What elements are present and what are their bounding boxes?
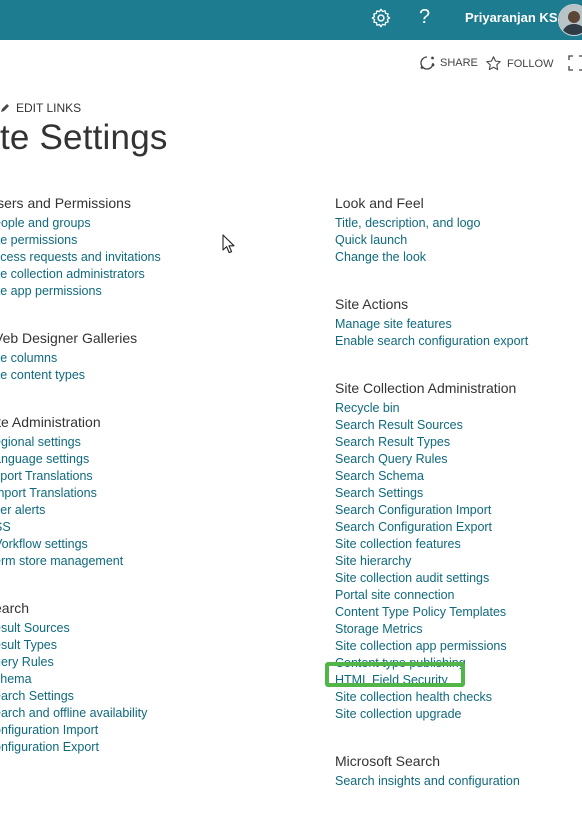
settings-link[interactable]: Site hierarchy	[335, 553, 580, 570]
suite-bar: ? Priyaranjan KS	[0, 0, 582, 40]
star-icon	[486, 56, 501, 71]
page-title: ite Settings	[0, 118, 168, 157]
settings-link[interactable]: ite collection administrators	[0, 266, 314, 283]
group-heading: Site Actions	[335, 296, 409, 312]
left-settings-group: Veb Designer Galleries ite columns ite con…	[0, 330, 314, 384]
focus-mode-button[interactable]	[568, 55, 582, 71]
settings-link[interactable]: Search Result Sources	[335, 417, 580, 434]
edit-links-button[interactable]: EDIT LINKS	[0, 101, 81, 115]
group-heading: lsers and Permissions	[0, 195, 131, 211]
settings-link[interactable]: HTML Field Security	[335, 672, 580, 689]
left-settings-group: lsers and Permissions eople and groups ite…	[0, 195, 314, 300]
right-settings-group: Site Actions Manage site features Enable s…	[335, 296, 580, 350]
settings-link[interactable]: onfiguration Export	[0, 739, 314, 756]
settings-link[interactable]: erm store management	[0, 553, 314, 570]
settings-link[interactable]: xport Translations	[0, 468, 314, 485]
settings-link[interactable]: ite app permissions	[0, 283, 314, 300]
group-heading: Veb Designer Galleries	[0, 330, 138, 346]
settings-link[interactable]: Vorkflow settings	[0, 536, 314, 553]
share-icon	[420, 56, 435, 70]
settings-link[interactable]: earch Settings	[0, 688, 314, 705]
settings-link[interactable]: egional settings	[0, 434, 314, 451]
settings-link[interactable]: Search Settings	[335, 485, 580, 502]
settings-link[interactable]: ser alerts	[0, 502, 314, 519]
gear-icon[interactable]	[370, 7, 392, 29]
follow-button[interactable]: FOLLOW	[485, 55, 553, 72]
left-settings-group: ite Administration egional settings anguag…	[0, 414, 314, 570]
settings-link[interactable]: Manage site features	[335, 316, 580, 333]
settings-link[interactable]: Search Query Rules	[335, 451, 580, 468]
settings-link[interactable]: Change the look	[335, 249, 580, 266]
settings-link[interactable]: ite columns	[0, 350, 314, 367]
group-heading: Microsoft Search	[335, 753, 441, 769]
edit-links-label: EDIT LINKS	[16, 101, 82, 115]
settings-link[interactable]: Site collection health checks	[335, 689, 580, 706]
share-button[interactable]: SHARE	[419, 55, 478, 71]
settings-link[interactable]: Search insights and configuration	[335, 773, 580, 790]
settings-link[interactable]: onfiguration Import	[0, 722, 314, 739]
settings-link[interactable]: Site collection upgrade	[335, 706, 580, 723]
group-heading: earch	[0, 600, 30, 616]
avatar[interactable]	[558, 4, 582, 36]
follow-label: FOLLOW	[507, 57, 554, 70]
settings-link[interactable]: anguage settings	[0, 451, 314, 468]
settings-link[interactable]: Search Configuration Export	[335, 519, 580, 536]
right-settings-group: Site Collection Administration Recycle bi…	[335, 380, 580, 723]
settings-link[interactable]: Search Configuration Import	[335, 502, 580, 519]
settings-link[interactable]: earch and offline availability	[0, 705, 314, 722]
settings-link[interactable]: SS	[0, 519, 314, 536]
left-column: lsers and Permissions eople and groups ite…	[0, 195, 314, 756]
help-icon[interactable]: ?	[419, 5, 430, 29]
user-name[interactable]: Priyaranjan KS	[465, 10, 558, 25]
settings-link[interactable]: ccess requests and invitations	[0, 249, 314, 266]
settings-link[interactable]: Recycle bin	[335, 400, 580, 417]
settings-link[interactable]: Storage Metrics	[335, 621, 580, 638]
left-settings-group: earch esult Sourcesesult Typesuery Rulesc…	[0, 600, 314, 756]
group-heading: ite Administration	[0, 414, 101, 430]
settings-link[interactable]: Enable search configuration export	[335, 333, 580, 350]
settings-link[interactable]: Content Type Policy Templates	[335, 604, 580, 621]
settings-link[interactable]: chema	[0, 671, 314, 688]
settings-link[interactable]: Search Result Types	[335, 434, 580, 451]
settings-link[interactable]: ite permissions	[0, 232, 314, 249]
focus-icon	[568, 55, 582, 71]
share-label: SHARE	[440, 57, 478, 69]
settings-link[interactable]: Site collection audit settings	[335, 570, 580, 587]
right-settings-group: Microsoft Search Search insights and conf…	[335, 753, 580, 790]
settings-link[interactable]: Site collection features	[335, 536, 580, 553]
settings-link[interactable]: Title, description, and logo	[335, 215, 580, 232]
settings-link[interactable]: Site collection app permissions	[335, 638, 580, 655]
pencil-icon	[1, 104, 9, 112]
settings-link[interactable]: Portal site connection	[335, 587, 580, 604]
settings-link[interactable]: mport Translations	[0, 485, 314, 502]
settings-link[interactable]: uery Rules	[0, 654, 314, 671]
group-heading: Look and Feel	[335, 195, 424, 211]
user-photo-icon	[559, 5, 582, 35]
settings-link[interactable]: Content type publishing	[335, 655, 580, 672]
group-heading: Site Collection Administration	[335, 380, 517, 396]
settings-link[interactable]: Search Schema	[335, 468, 580, 485]
settings-link[interactable]: ite content types	[0, 367, 314, 384]
settings-link[interactable]: esult Types	[0, 637, 314, 654]
settings-link[interactable]: esult Sources	[0, 620, 314, 637]
mouse-cursor-icon	[222, 234, 235, 254]
right-column: Look and Feel Title, description, and log…	[335, 195, 580, 790]
settings-link[interactable]: Quick launch	[335, 232, 580, 249]
settings-link[interactable]: eople and groups	[0, 215, 314, 232]
right-settings-group: Look and Feel Title, description, and log…	[335, 195, 580, 266]
